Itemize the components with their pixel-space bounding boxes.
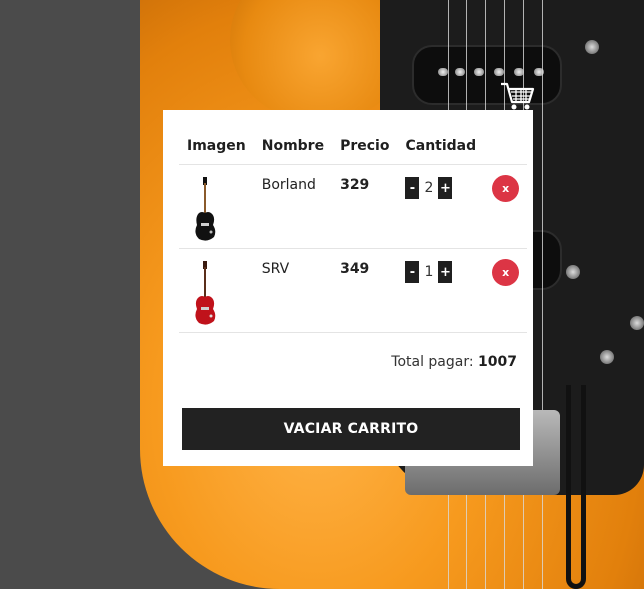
cart-cell-quantity: - 2 + <box>397 164 485 249</box>
header-actions <box>484 130 527 165</box>
total-label: Total pagar: <box>391 354 474 370</box>
pickup-pole <box>474 68 484 76</box>
guitar-tremolo-arm <box>566 385 586 589</box>
pickguard-screw <box>585 40 599 54</box>
cart-cell-remove: x <box>484 248 528 333</box>
pickup-pole <box>455 68 465 76</box>
empty-cart-button[interactable]: VACIAR CARRITO <box>182 408 520 450</box>
decrement-button[interactable]: - <box>405 261 420 283</box>
quantity-stepper: - 1 + <box>405 261 476 283</box>
guitar-string <box>542 0 543 589</box>
header-name: Nombre <box>261 138 325 154</box>
cart-row: Borland 329 - 2 + x <box>179 164 528 249</box>
pickguard-screw <box>566 265 580 279</box>
cart-item-price: 329 <box>332 164 398 249</box>
cart-dropdown: Imagen Nombre Precio Cantidad Borland 32… <box>163 110 533 466</box>
pickup-pole <box>494 68 504 76</box>
header-image: Imagen <box>187 138 246 154</box>
cart-table: Imagen Nombre Precio Cantidad Borland 32… <box>179 130 528 333</box>
increment-button[interactable]: + <box>438 177 453 199</box>
increment-button[interactable]: + <box>438 261 453 283</box>
shopping-cart-icon[interactable] <box>499 80 535 112</box>
cart-table-header: Imagen Nombre Precio Cantidad <box>179 130 527 165</box>
quantity-value: 2 <box>424 180 434 196</box>
quantity-stepper: - 2 + <box>405 177 476 199</box>
cart-item-name: Borland <box>253 164 333 249</box>
total-value: 1007 <box>478 354 517 370</box>
cart-cell-image <box>179 164 254 249</box>
guitar-thumbnail <box>195 261 216 325</box>
cart-row: SRV 349 - 1 + x <box>179 248 528 333</box>
cart-total: Total pagar: 1007 <box>391 354 517 370</box>
cart-cell-quantity: - 1 + <box>397 248 485 333</box>
cart-item-name: SRV <box>253 248 333 333</box>
quantity-value: 1 <box>424 264 434 280</box>
header-quantity: Cantidad <box>405 138 477 154</box>
cart-cell-remove: x <box>484 164 528 249</box>
header-price: Precio <box>340 138 390 154</box>
remove-item-button[interactable]: x <box>492 259 520 286</box>
pickguard-screw <box>600 350 614 364</box>
cart-item-price: 349 <box>332 248 398 333</box>
cart-cell-image <box>179 248 254 333</box>
decrement-button[interactable]: - <box>405 177 420 199</box>
remove-item-button[interactable]: x <box>492 175 520 202</box>
pickup-pole <box>438 68 448 76</box>
guitar-thumbnail <box>195 177 216 241</box>
pickguard-screw <box>630 316 644 330</box>
